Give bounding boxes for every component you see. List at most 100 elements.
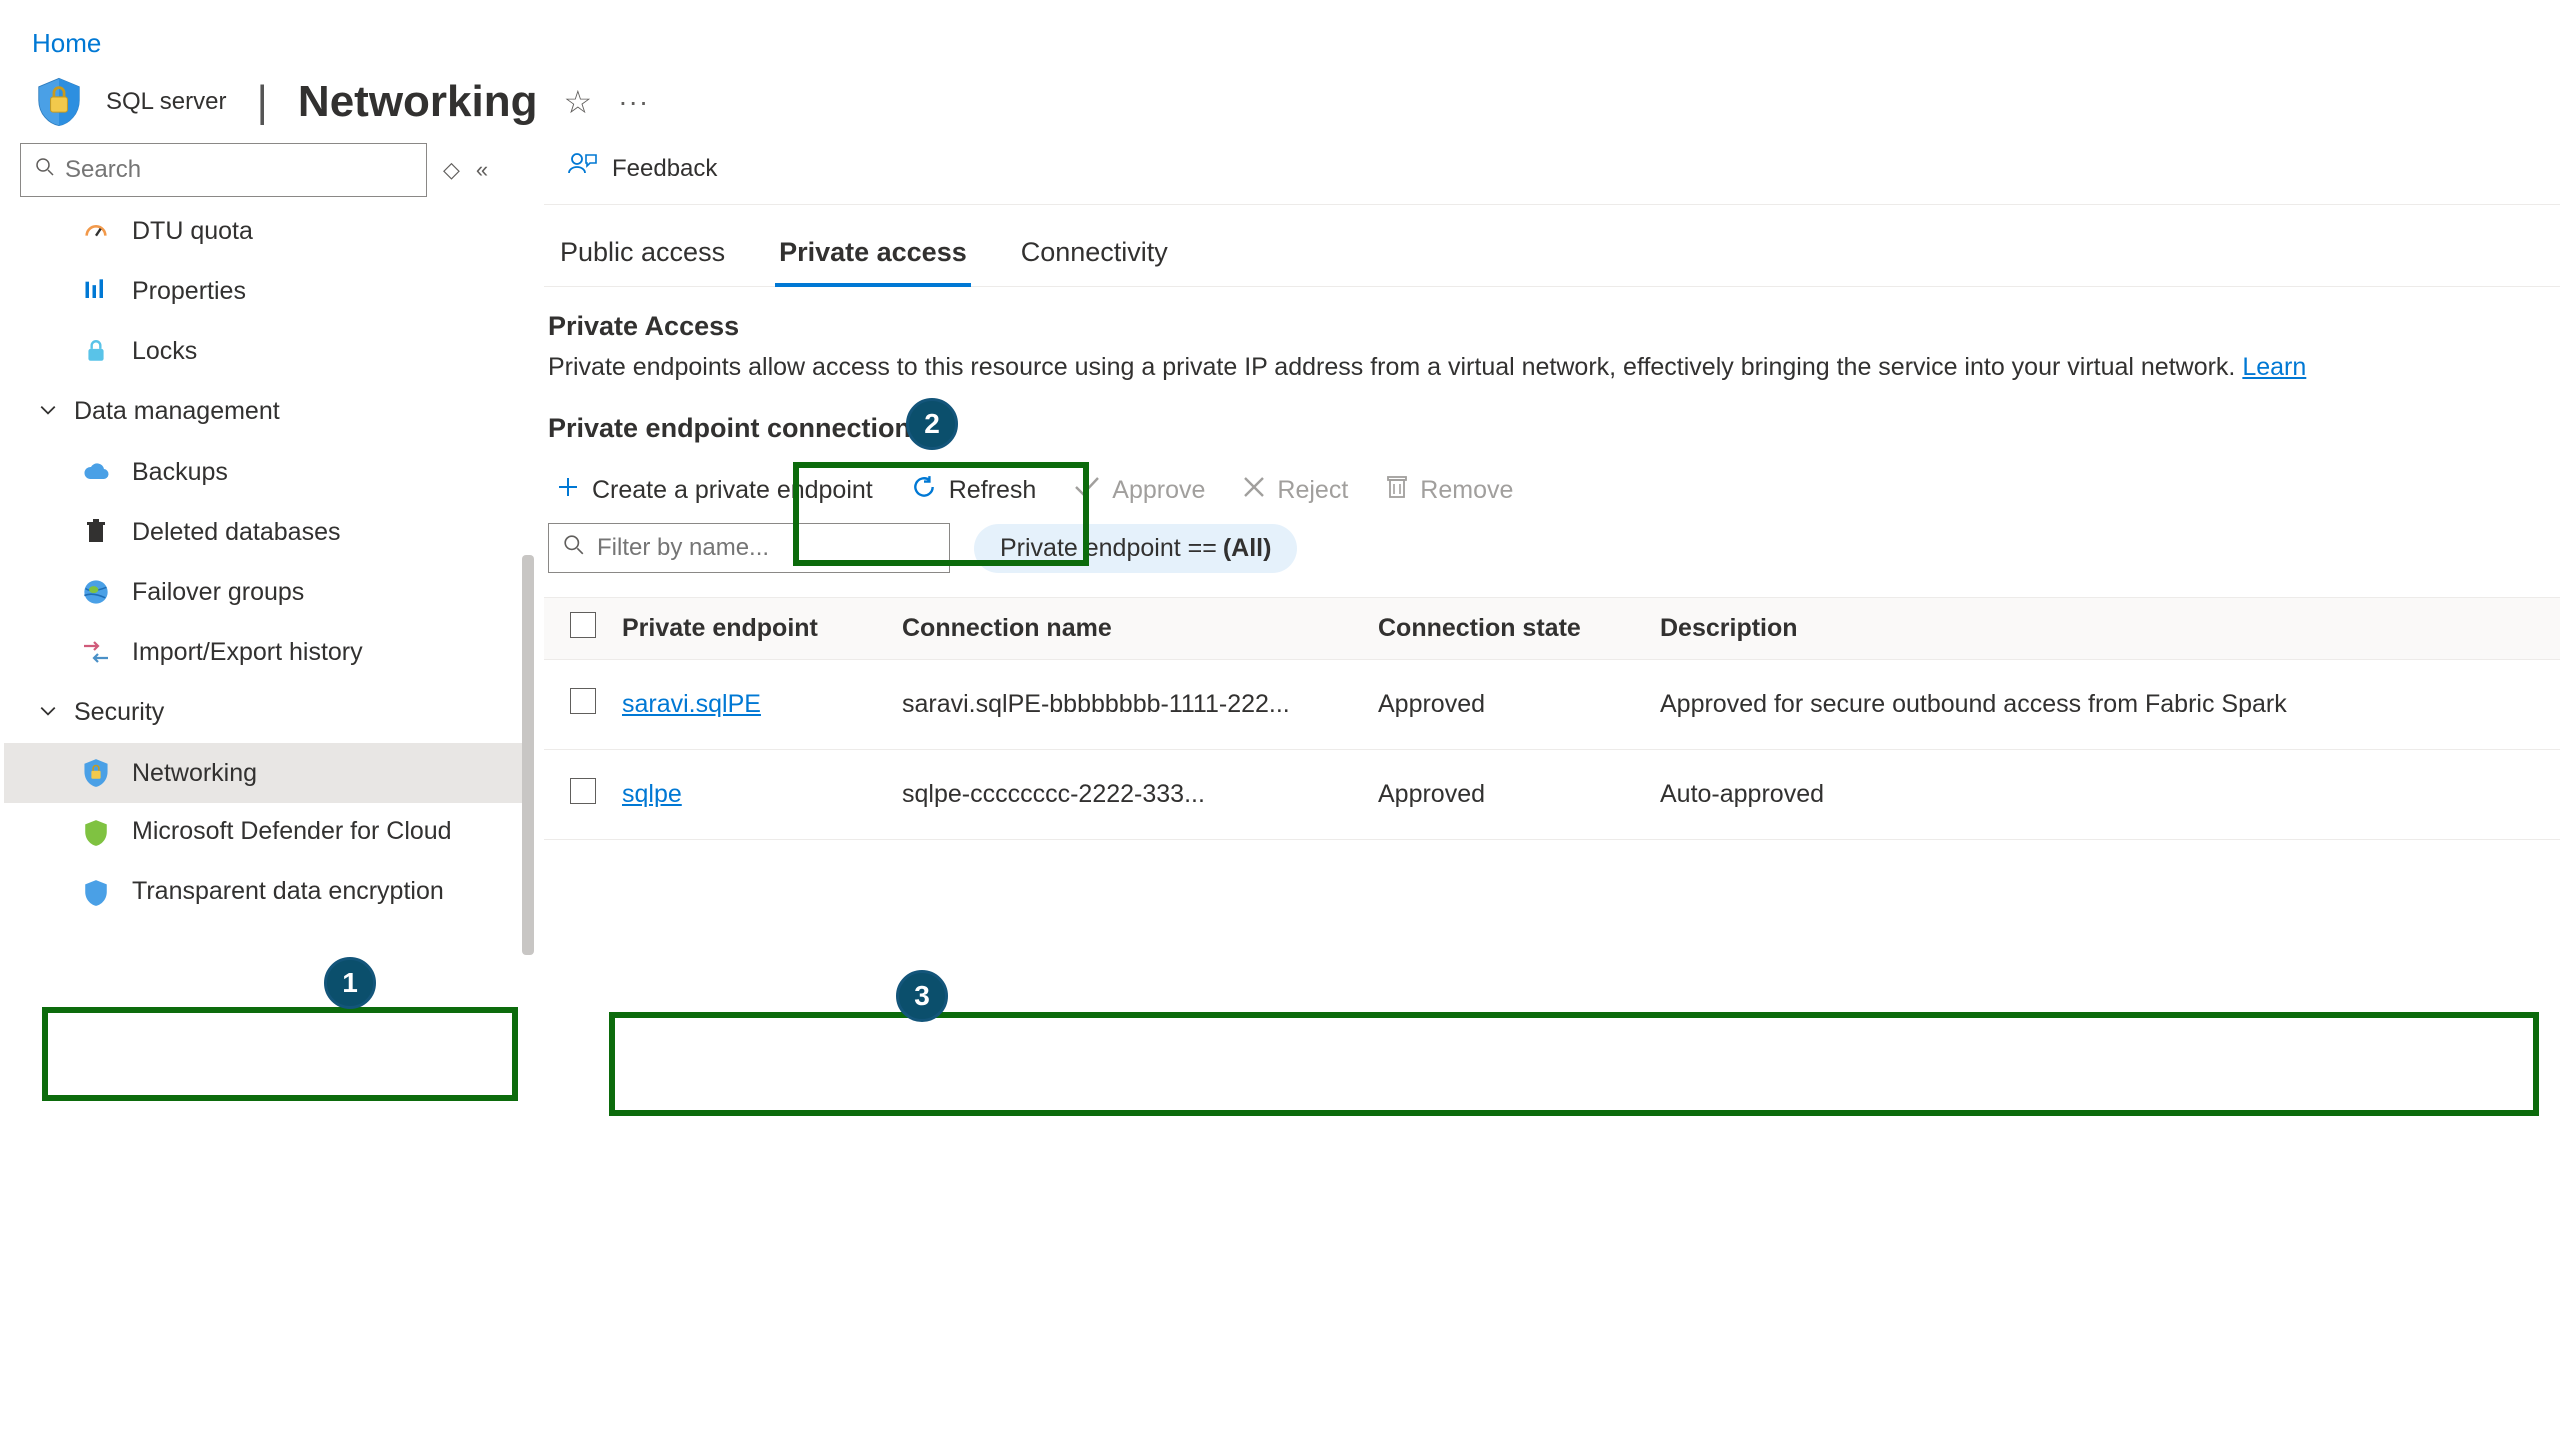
sidebar-item-label: Failover groups [132,578,304,607]
sidebar-item-label: Properties [132,277,246,306]
breadcrumb-home-link[interactable]: Home [32,28,101,58]
action-bar: Create a private endpoint Refresh Approv… [544,460,2560,523]
check-icon [1074,476,1100,505]
search-icon [563,534,585,563]
table-row[interactable]: sqlpe sqlpe-cccccccc-2222-333... Approve… [544,750,2560,840]
sidebar-item-label: Locks [132,337,197,366]
filter-pill-private-endpoint[interactable]: Private endpoint == (All) [974,524,1297,573]
sidebar-item-failover-groups[interactable]: Failover groups [4,562,532,622]
favorite-star-icon[interactable]: ☆ [564,83,593,121]
sidebar-item-label: Microsoft Defender for Cloud [132,817,452,846]
cell-description: Approved for secure outbound access from… [1652,660,2560,750]
sidebar-item-label: Transparent data encryption [132,877,444,906]
shield-lock-icon [80,757,112,789]
sidebar-search-input[interactable] [65,156,412,184]
annotation-badge-1: 1 [324,957,376,1009]
import-export-icon [80,636,112,668]
page-header: SQL server | Networking ☆ ··· [0,59,2560,137]
private-endpoint-link[interactable]: sqlpe [622,780,682,808]
sidebar-search-box[interactable] [20,143,427,197]
sidebar-item-dtu-quota[interactable]: DTU quota [4,209,532,261]
private-endpoint-connections-heading: Private endpoint connections [548,413,2560,444]
chevron-down-icon [38,698,58,727]
gauge-icon [80,215,112,247]
feedback-icon [568,151,598,186]
sidebar-item-tde[interactable]: Transparent data encryption [4,863,532,923]
chevron-down-icon [38,397,58,426]
tab-connectivity[interactable]: Connectivity [1009,219,1180,286]
sidebar-item-networking[interactable]: Networking [4,743,532,803]
defender-shield-icon [80,817,112,849]
filter-by-name-input[interactable] [597,534,935,562]
sidebar-item-import-export-history[interactable]: Import/Export history [4,622,532,682]
trash-icon [1386,474,1408,507]
sidebar-item-locks[interactable]: Locks [4,321,532,381]
sidebar-section-label: Data management [74,397,280,426]
main-content: Feedback Public access Private access Co… [532,137,2560,923]
reject-button[interactable]: Reject [1243,476,1348,505]
more-menu-icon[interactable]: ··· [618,86,649,118]
annotation-badge-3: 3 [896,970,948,1022]
tab-private-access[interactable]: Private access [767,219,979,286]
x-icon [1243,476,1265,505]
column-header-private-endpoint[interactable]: Private endpoint [614,598,894,660]
lock-icon [80,335,112,367]
sidebar-item-label: Networking [132,759,257,788]
resource-type-label: SQL server [106,88,226,116]
tabs: Public access Private access Connectivit… [544,205,2560,287]
expand-icon[interactable]: ◇ [443,157,460,183]
refresh-icon [911,474,937,507]
sidebar-item-properties[interactable]: Properties [4,261,532,321]
sidebar-item-deleted-databases[interactable]: Deleted databases [4,502,532,562]
cell-connection-state: Approved [1370,660,1652,750]
search-icon [35,156,55,184]
remove-button[interactable]: Remove [1386,474,1513,507]
page-title: Networking [298,77,538,127]
cell-description: Auto-approved [1652,750,2560,840]
annotation-box-3 [609,1012,2539,1116]
collapse-sidebar-icon[interactable]: « [476,157,488,183]
private-access-heading: Private Access [548,311,2560,342]
cell-connection-name: saravi.sqlPE-bbbbbbbb-1111-222... [894,660,1370,750]
table-row[interactable]: saravi.sqlPE saravi.sqlPE-bbbbbbbb-1111-… [544,660,2560,750]
tab-public-access[interactable]: Public access [548,219,737,286]
annotation-box-1 [42,1007,518,1101]
column-header-description[interactable]: Description [1652,598,2560,660]
plus-icon [556,475,580,506]
sidebar-section-security[interactable]: Security [4,682,532,743]
create-private-endpoint-button[interactable]: Create a private endpoint [556,475,873,506]
globe-icon [80,576,112,608]
sql-server-icon [32,75,86,129]
learn-more-link[interactable]: Learn [2242,353,2306,381]
trash-icon [80,516,112,548]
sidebar-item-defender[interactable]: Microsoft Defender for Cloud [4,803,532,863]
row-checkbox[interactable] [570,688,596,714]
properties-icon [80,275,112,307]
sidebar-section-label: Security [74,698,164,727]
action-label: Approve [1112,476,1205,505]
sidebar-item-label: Backups [132,458,228,487]
sidebar-item-backups[interactable]: Backups [4,442,532,502]
approve-button[interactable]: Approve [1074,476,1205,505]
refresh-button[interactable]: Refresh [911,474,1037,507]
select-all-checkbox[interactable] [570,612,596,638]
column-header-connection-name[interactable]: Connection name [894,598,1370,660]
cloud-backup-icon [80,456,112,488]
sidebar-section-data-management[interactable]: Data management [4,381,532,442]
action-label: Refresh [949,476,1037,505]
action-label: Reject [1277,476,1348,505]
feedback-button[interactable]: Feedback [612,155,717,183]
row-checkbox[interactable] [570,778,596,804]
column-header-connection-state[interactable]: Connection state [1370,598,1652,660]
breadcrumb: Home [0,0,2560,59]
private-endpoint-table: Private endpoint Connection name Connect… [544,597,2560,840]
action-label: Remove [1420,476,1513,505]
shield-data-icon [80,877,112,909]
title-separator: | [256,77,267,127]
pill-value: (All) [1223,534,1272,563]
sidebar-item-label: DTU quota [132,217,253,246]
filter-by-name-box[interactable] [548,523,950,573]
sidebar-item-label: Import/Export history [132,638,363,667]
private-endpoint-link[interactable]: saravi.sqlPE [622,690,761,718]
action-label: Create a private endpoint [592,476,873,505]
